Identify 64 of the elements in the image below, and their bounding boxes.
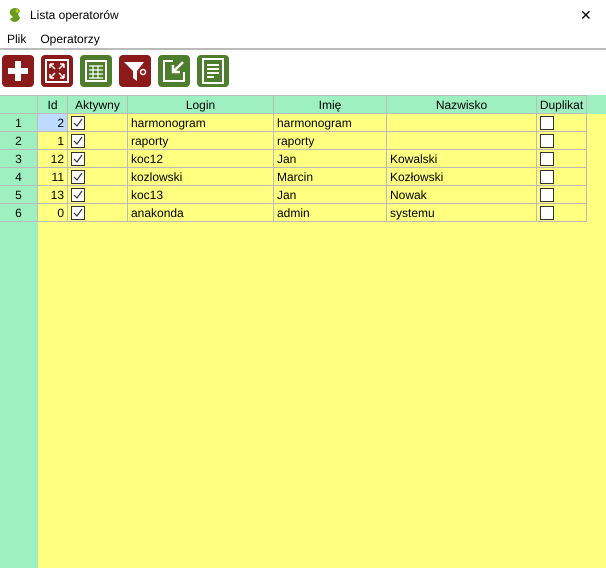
table-cell: 1 (38, 132, 68, 150)
table-cell: kozlowski (128, 168, 274, 186)
toolbar-button[interactable] (197, 55, 229, 87)
table-cell: anakonda (128, 204, 274, 222)
checkbox[interactable] (71, 188, 85, 202)
table-cell: koc13 (128, 186, 274, 204)
column-header[interactable]: Login (128, 95, 274, 114)
table-cell: Jan (274, 186, 387, 204)
plus-icon (7, 60, 29, 82)
row-number[interactable]: 1 (0, 114, 38, 132)
table-cell: Jan (274, 150, 387, 168)
table-cell: Kowalski (387, 150, 537, 168)
menu-item[interactable]: Operatorzy (33, 32, 107, 46)
toolbar-button[interactable] (41, 55, 73, 87)
table-cell: Nowak (387, 186, 537, 204)
table-cell: 2 (38, 114, 68, 132)
row-number[interactable]: 5 (0, 186, 38, 204)
table-cell: harmonogram (128, 114, 274, 132)
table-icon (84, 59, 108, 83)
column-header[interactable]: Nazwisko (387, 95, 537, 114)
app-logo-icon (8, 7, 22, 23)
table-cell: raporty (128, 132, 274, 150)
column-header[interactable]: Duplikat (537, 95, 587, 114)
table-cell: Kozłowski (387, 168, 537, 186)
table-cell: 13 (38, 186, 68, 204)
checkbox[interactable] (71, 206, 85, 220)
table-cell: Marcin (274, 168, 387, 186)
column-header[interactable]: Id (38, 95, 68, 114)
column-header[interactable]: Imię (274, 95, 387, 114)
row-number[interactable]: 3 (0, 150, 38, 168)
checkbox[interactable] (540, 206, 554, 220)
row-number[interactable]: 6 (0, 204, 38, 222)
menu-item[interactable]: Plik (0, 32, 34, 46)
document-icon (201, 58, 225, 84)
checkbox[interactable] (71, 134, 85, 148)
table-cell: 11 (38, 168, 68, 186)
checkbox[interactable] (540, 116, 554, 130)
window-title: Lista operatorów (30, 8, 120, 22)
checkbox[interactable] (540, 152, 554, 166)
table-cell: systemu (387, 204, 537, 222)
row-number[interactable]: 4 (0, 168, 38, 186)
toolbar-button[interactable] (80, 55, 112, 87)
checkbox[interactable] (540, 170, 554, 184)
table-cell: harmonogram (274, 114, 387, 132)
checkbox[interactable] (71, 170, 85, 184)
toolbar-button[interactable] (119, 55, 151, 87)
row-header-corner (0, 95, 38, 114)
checkbox[interactable] (71, 152, 85, 166)
checkbox[interactable] (540, 188, 554, 202)
checkbox[interactable] (540, 134, 554, 148)
filter-icon (122, 59, 148, 83)
table-cell: 0 (38, 204, 68, 222)
toolbar-button[interactable] (2, 55, 34, 87)
toolbar-button[interactable] (158, 55, 190, 87)
table-cell: koc12 (128, 150, 274, 168)
import-icon (161, 58, 187, 84)
checkbox[interactable] (71, 116, 85, 130)
close-button[interactable]: ✕ (566, 0, 606, 30)
column-header[interactable]: Aktywny (68, 95, 128, 114)
expand-icon (45, 59, 69, 83)
table-cell: 12 (38, 150, 68, 168)
table-cell: raporty (274, 132, 387, 150)
row-number[interactable]: 2 (0, 132, 38, 150)
table-cell: admin (274, 204, 387, 222)
